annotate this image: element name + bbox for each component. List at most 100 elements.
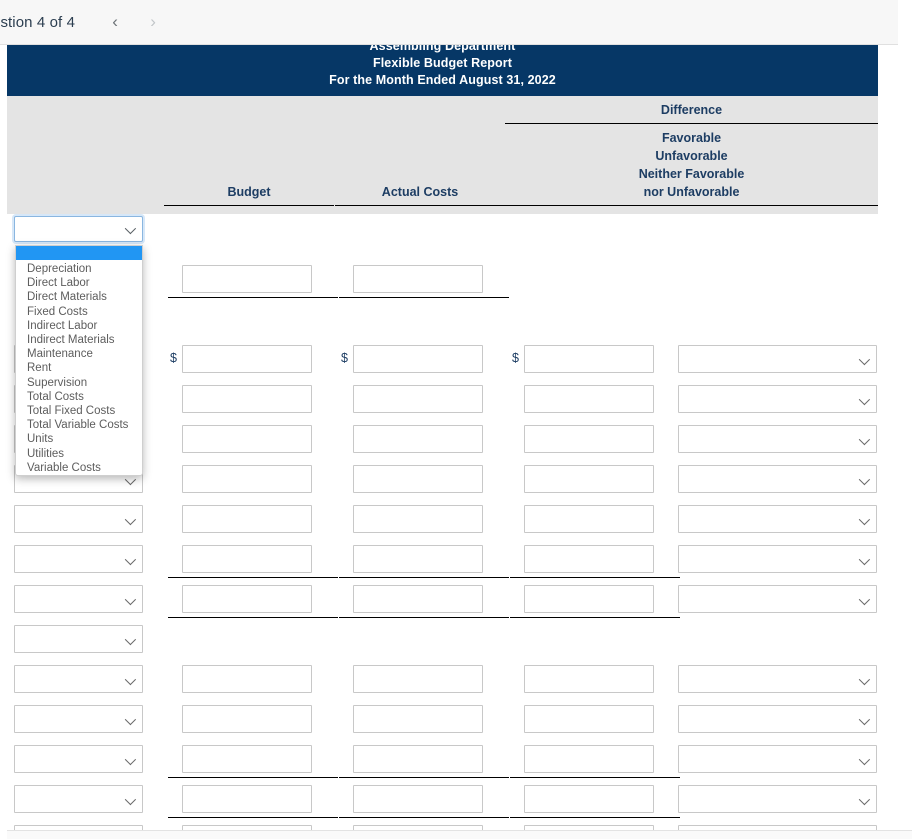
currency-symbol-difference: $: [512, 351, 519, 365]
total-rule: [510, 577, 680, 578]
difference-option-neither-favorable: Neither Favorable: [638, 167, 745, 181]
actual-costs-input[interactable]: [353, 705, 483, 733]
dropdown-option[interactable]: Supervision: [16, 376, 142, 390]
difference-input[interactable]: [524, 385, 654, 413]
column-header-budget: Budget: [164, 185, 334, 206]
report-title-block: Assembling Department Flexible Budget Re…: [7, 45, 878, 96]
difference-option-unfavorable: Unfavorable: [655, 149, 728, 163]
budget-input[interactable]: [182, 265, 312, 293]
actual-costs-input[interactable]: [353, 265, 483, 293]
difference-type-select[interactable]: [678, 785, 877, 813]
difference-input[interactable]: [524, 585, 654, 613]
line-item-select[interactable]: [14, 705, 143, 733]
total-rule: [168, 817, 338, 818]
column-header-difference: Difference: [505, 103, 878, 124]
dropdown-option[interactable]: Direct Labor: [16, 276, 142, 290]
actual-costs-input[interactable]: [353, 585, 483, 613]
column-header-band: Difference Favorable Unfavorable Neither…: [7, 96, 878, 214]
report-department-title: Assembling Department: [369, 45, 516, 53]
question-nav: ‹ ›: [101, 8, 167, 36]
difference-type-select[interactable]: [678, 545, 877, 573]
line-item-select[interactable]: [14, 505, 143, 533]
budget-input[interactable]: [182, 425, 312, 453]
dropdown-option[interactable]: Maintenance: [16, 347, 142, 361]
actual-costs-input[interactable]: [353, 465, 483, 493]
dropdown-option[interactable]: Indirect Labor: [16, 319, 142, 333]
line-item-select[interactable]: [14, 625, 143, 653]
currency-symbol-actual: $: [341, 351, 348, 365]
chevron-left-icon[interactable]: ‹: [101, 8, 129, 36]
difference-type-select[interactable]: [678, 425, 877, 453]
line-item-select[interactable]: [14, 665, 143, 693]
difference-input[interactable]: [524, 745, 654, 773]
actual-costs-input[interactable]: [353, 665, 483, 693]
difference-type-select[interactable]: [678, 665, 877, 693]
actual-costs-input[interactable]: [353, 385, 483, 413]
report-period: For the Month Ended August 31, 2022: [329, 73, 556, 87]
dropdown-option[interactable]: Direct Materials: [16, 290, 142, 304]
budget-input[interactable]: [182, 785, 312, 813]
dropdown-option[interactable]: Variable Costs: [16, 461, 142, 475]
line-item-select[interactable]: [14, 745, 143, 773]
dropdown-option[interactable]: Utilities: [16, 447, 142, 461]
currency-symbol-budget: $: [170, 351, 177, 365]
difference-type-select[interactable]: [678, 705, 877, 733]
line-item-select[interactable]: [14, 785, 143, 813]
line-item-select[interactable]: [14, 545, 143, 573]
line-item-dropdown-list[interactable]: Depreciation Direct Labor Direct Materials…: [15, 245, 143, 477]
dropdown-option[interactable]: Total Variable Costs: [16, 418, 142, 432]
dropdown-option[interactable]: Indirect Materials: [16, 333, 142, 347]
dropdown-option[interactable]: Depreciation: [16, 260, 142, 276]
difference-input[interactable]: [524, 785, 654, 813]
budget-input[interactable]: [182, 385, 312, 413]
difference-input[interactable]: [524, 345, 654, 373]
budget-input[interactable]: [182, 345, 312, 373]
difference-type-select[interactable]: [678, 385, 877, 413]
difference-type-select[interactable]: [678, 745, 877, 773]
difference-type-select[interactable]: [678, 465, 877, 493]
actual-costs-input[interactable]: [353, 505, 483, 533]
budget-input[interactable]: [182, 745, 312, 773]
budget-input[interactable]: [182, 705, 312, 733]
total-rule: [510, 817, 680, 818]
question-toolbar: estion 4 of 4 ‹ ›: [0, 0, 898, 45]
difference-type-select[interactable]: [678, 505, 877, 533]
budget-input[interactable]: [182, 665, 312, 693]
dropdown-option-blank[interactable]: [16, 246, 142, 260]
total-rule: [339, 297, 509, 298]
difference-option-favorable: Favorable: [661, 131, 722, 145]
difference-input[interactable]: [524, 425, 654, 453]
dropdown-option[interactable]: Total Costs: [16, 390, 142, 404]
total-rule: [339, 617, 509, 618]
line-item-select[interactable]: [14, 585, 143, 613]
difference-type-select[interactable]: [678, 585, 877, 613]
total-rule: [510, 617, 680, 618]
dropdown-option[interactable]: Total Fixed Costs: [16, 404, 142, 418]
flexible-budget-report: Assembling Department Flexible Budget Re…: [7, 45, 878, 839]
actual-costs-input[interactable]: [353, 545, 483, 573]
question-counter: estion 4 of 4: [0, 13, 76, 31]
actual-costs-input[interactable]: [353, 785, 483, 813]
actual-costs-input[interactable]: [353, 745, 483, 773]
total-rule: [168, 577, 338, 578]
dropdown-option[interactable]: Units: [16, 432, 142, 446]
actual-costs-input[interactable]: [353, 345, 483, 373]
actual-costs-input[interactable]: [353, 425, 483, 453]
difference-input[interactable]: [524, 505, 654, 533]
budget-input[interactable]: [182, 545, 312, 573]
dropdown-option[interactable]: Rent: [16, 361, 142, 375]
difference-input[interactable]: [524, 705, 654, 733]
difference-type-select[interactable]: [678, 345, 877, 373]
line-item-dropdown[interactable]: Depreciation Direct Labor Direct Materials…: [14, 216, 143, 477]
budget-input[interactable]: [182, 505, 312, 533]
chevron-right-icon[interactable]: ›: [139, 8, 167, 36]
difference-input[interactable]: [524, 545, 654, 573]
budget-input[interactable]: [182, 585, 312, 613]
budget-input[interactable]: [182, 465, 312, 493]
page-bottom-area: [7, 831, 912, 839]
difference-input[interactable]: [524, 665, 654, 693]
line-item-dropdown-button[interactable]: [14, 216, 143, 242]
total-rule: [168, 617, 338, 618]
dropdown-option[interactable]: Fixed Costs: [16, 305, 142, 319]
difference-input[interactable]: [524, 465, 654, 493]
